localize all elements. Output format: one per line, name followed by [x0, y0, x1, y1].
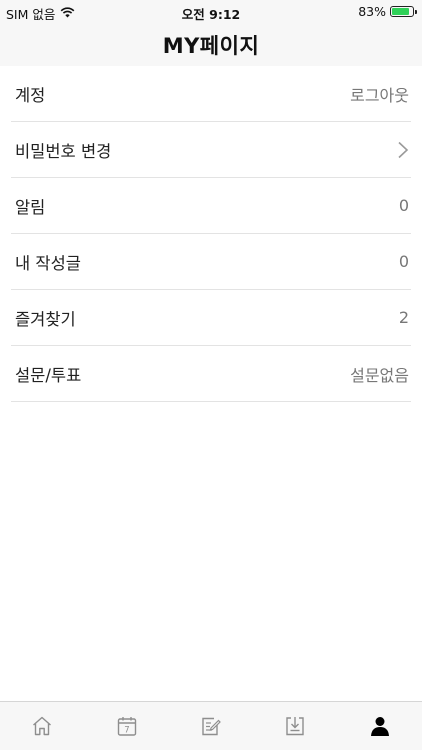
- chevron-right-icon: [398, 141, 409, 158]
- menu-item-label: 비밀번호 변경: [15, 141, 112, 161]
- menu-item-account[interactable]: 계정 로그아웃: [11, 66, 411, 122]
- menu-item-label: 설문/투표: [15, 365, 82, 385]
- calendar-icon: 7: [117, 717, 136, 736]
- tab-calendar[interactable]: 7: [84, 702, 168, 750]
- battery-icon: [390, 6, 417, 17]
- home-icon: [33, 716, 52, 736]
- status-bar: SIM 없음 오전 9:12 83%: [0, 0, 422, 24]
- navigation-bar: MY페이지: [0, 24, 422, 66]
- favorites-count: 2: [398, 308, 409, 327]
- notification-count: 0: [398, 196, 409, 215]
- tab-bar: 7: [0, 701, 422, 750]
- battery-tip: [415, 10, 417, 14]
- menu-item-label: 계정: [15, 85, 46, 105]
- page-title: MY페이지: [162, 34, 260, 58]
- write-icon: [202, 717, 221, 736]
- logout-link[interactable]: 로그아웃: [350, 82, 411, 106]
- survey-status: 설문없음: [350, 365, 409, 385]
- post-count: 0: [398, 252, 409, 271]
- menu-item-notifications[interactable]: 알림 0: [11, 178, 411, 234]
- menu-item-favorites[interactable]: 즐겨찾기 2: [11, 290, 411, 346]
- status-right: 83%: [358, 4, 417, 19]
- menu-item-my-posts[interactable]: 내 작성글 0: [11, 234, 411, 290]
- menu-item-survey-vote[interactable]: 설문/투표 설문없음: [11, 346, 411, 402]
- calendar-day-text: 7: [124, 726, 129, 736]
- menu-item-label: 즐겨찾기: [15, 309, 76, 329]
- person-icon: [370, 717, 389, 736]
- menu-item-label: 알림: [15, 197, 46, 217]
- download-icon: [286, 717, 305, 736]
- tab-my-page[interactable]: [338, 702, 422, 750]
- menu-item-label: 내 작성글: [15, 253, 81, 273]
- tab-home[interactable]: [0, 702, 84, 750]
- tab-write[interactable]: [169, 702, 253, 750]
- battery-percent: 83%: [358, 4, 386, 19]
- menu-list: 계정 로그아웃 비밀번호 변경 알림 0 내 작성글 0 즐겨찾기 2 설문/투…: [0, 66, 422, 402]
- menu-item-change-password[interactable]: 비밀번호 변경: [11, 122, 411, 178]
- tab-download[interactable]: [253, 702, 337, 750]
- battery-fill: [392, 8, 409, 15]
